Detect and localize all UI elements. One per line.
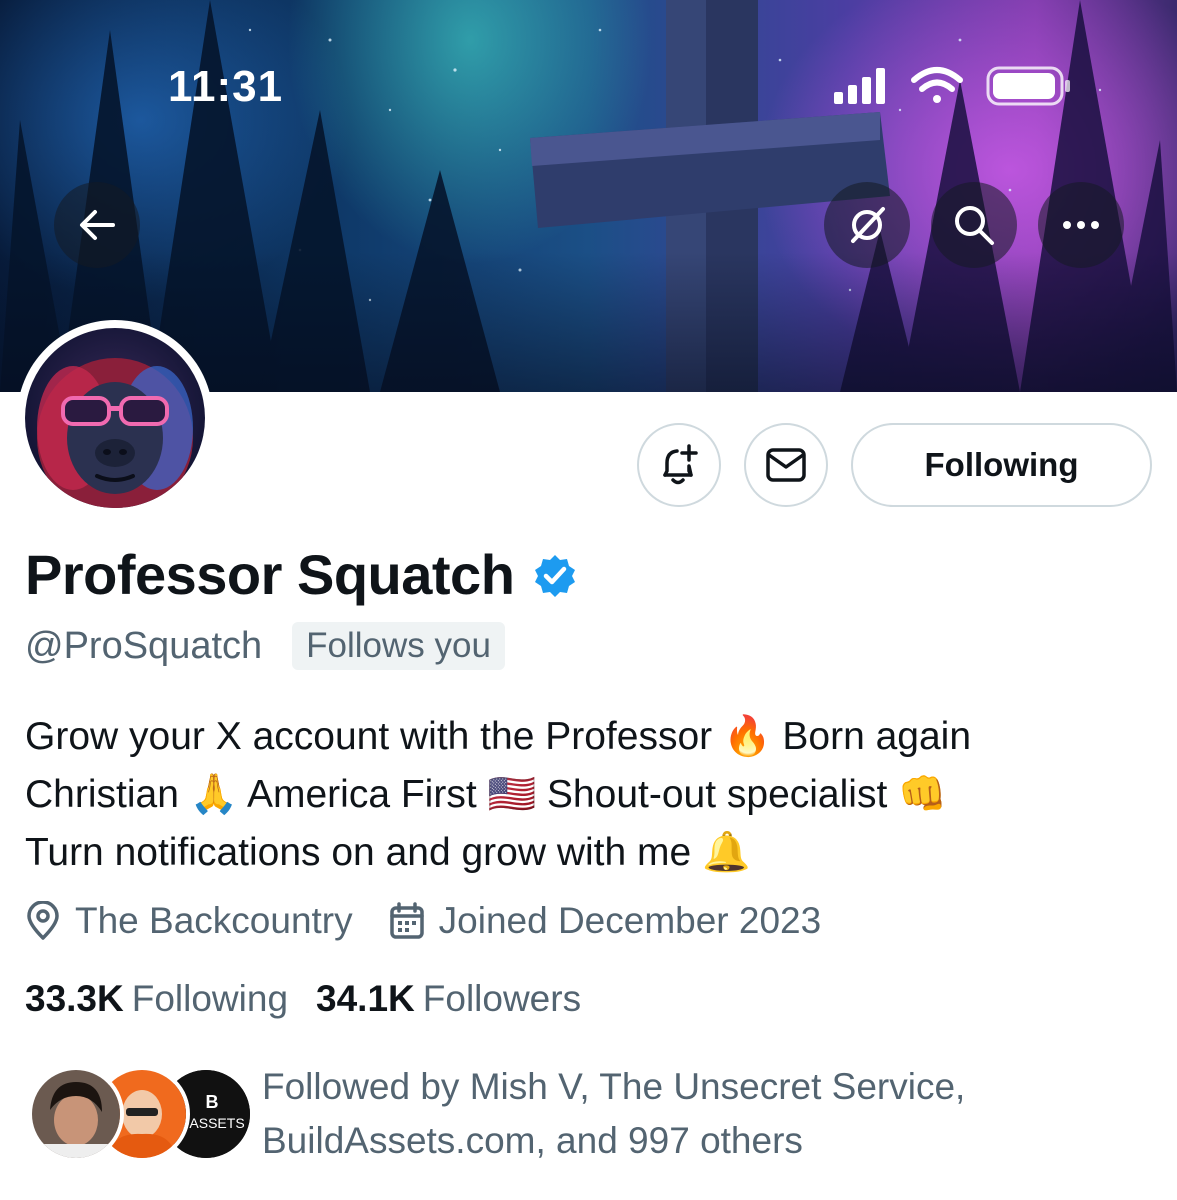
bio-text: Shout-out specialist [546,773,888,816]
back-arrow-icon [80,210,115,240]
following-label: Following [131,978,289,1019]
handle: @ProSquatch [25,624,263,667]
more-icon [1063,221,1099,229]
more-button[interactable] [1038,182,1124,268]
location-text: The Backcountry [75,900,353,941]
profile-avatar[interactable] [17,320,213,516]
fist-emoji: 👊 [898,772,947,817]
join-date-text: Joined December 2023 [438,900,822,941]
battery-icon [986,66,1070,106]
bio-text: America First [246,773,477,816]
follow-stats: 33.3K Following 34.1K Followers [25,978,581,1020]
calendar-icon [389,902,424,939]
bio-line-3: Turn notifications on and grow with me 🔔 [25,824,1145,882]
bio: Grow your X account with the Professor 🔥… [25,708,1145,882]
bio-line-2: Christian 🙏 America First 🇺🇸 Shout-out s… [25,766,1145,824]
message-button[interactable] [744,423,828,507]
grok-icon [851,207,885,243]
followers-label: Followers [422,978,582,1019]
verified-badge-icon[interactable] [532,553,578,599]
bell-emoji: 🔔 [702,830,751,875]
following-button[interactable]: Following [851,423,1152,507]
fire-emoji: 🔥 [722,714,772,759]
bio-text: Turn notifications on and grow with me [25,831,692,874]
followers-count: 34.1K [316,978,415,1019]
envelope-icon [766,448,806,482]
status-icons [834,66,1070,106]
join-date: Joined December 2023 [389,900,822,942]
squatch-avatar-image [25,328,205,508]
bio-text: Christian [25,773,179,816]
bio-line-1: Grow your X account with the Professor 🔥… [25,708,1145,766]
back-button[interactable] [54,182,140,268]
grok-button[interactable] [824,182,910,268]
svg-text:B: B [206,1092,219,1112]
followed-by-text[interactable]: Followed by Mish V, The Unsecret Service… [262,1060,1142,1168]
bell-plus-icon [663,444,698,485]
profile-meta: The Backcountry Joined December 2023 [25,900,821,942]
bio-text: Grow your X account with the Professor [25,715,713,758]
follower-avatar-1 [28,1066,124,1162]
following-count: 33.3K [25,978,124,1019]
us-flag-emoji: 🇺🇸 [487,772,537,817]
bio-text: Born again [782,715,972,758]
followed-by-avatars[interactable]: B DASSETS [28,1066,254,1162]
signal-icon [834,68,885,104]
follower-photo [32,1070,120,1158]
wifi-icon [911,67,963,103]
notifications-button[interactable] [637,423,721,507]
location: The Backcountry [25,900,353,942]
name-row: Professor Squatch [25,542,578,607]
search-button[interactable] [931,182,1017,268]
following-stat[interactable]: 33.3K Following [25,978,288,1020]
pray-emoji: 🙏 [189,772,239,817]
display-name: Professor Squatch [25,543,515,606]
status-time: 11:31 [168,62,284,111]
follows-you-badge: Follows you [292,622,505,670]
handle-row: @ProSquatch Follows you [25,622,505,670]
search-icon [955,206,994,245]
followers-stat[interactable]: 34.1K Followers [316,978,581,1020]
location-pin-icon [27,901,59,940]
